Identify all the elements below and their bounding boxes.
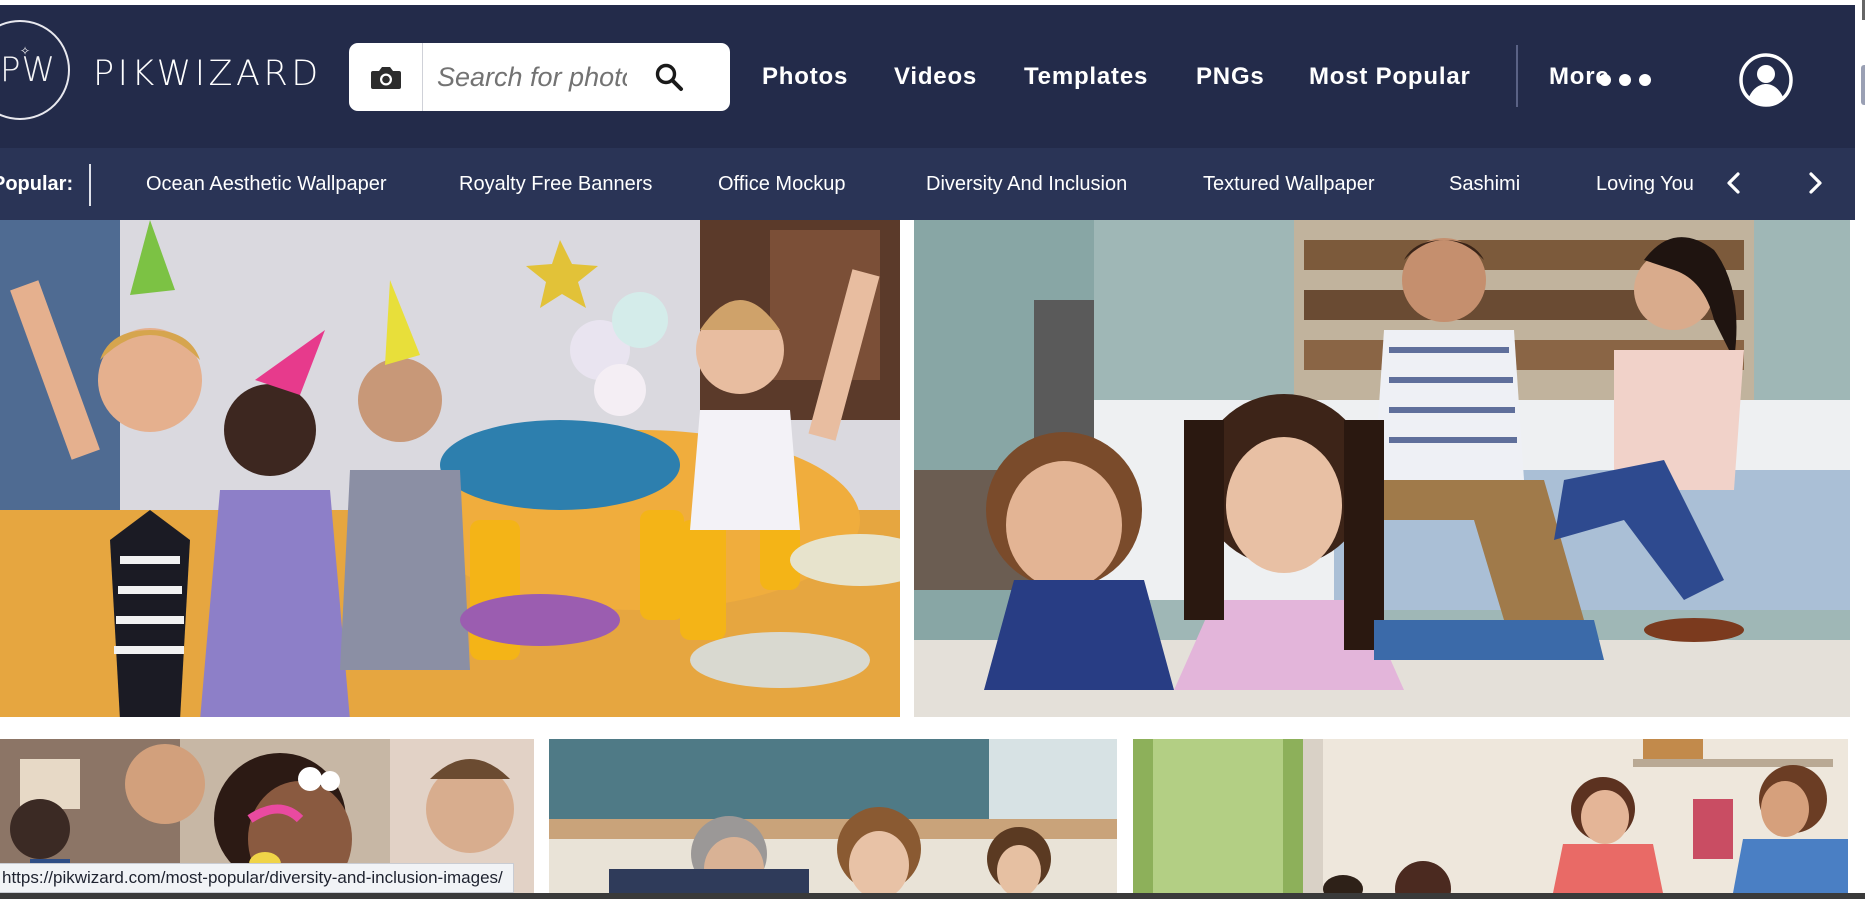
search-icon[interactable] [647, 43, 691, 111]
popular-label: Popular: [0, 173, 74, 195]
popular-item[interactable]: Diversity And Inclusion [926, 174, 1127, 194]
nav-templates[interactable]: Templates [1024, 65, 1148, 89]
nav-pngs[interactable]: PNGs [1196, 65, 1265, 89]
logo-wordmark[interactable]: PIKWIZARD [93, 57, 322, 92]
nav-photos[interactable]: Photos [762, 65, 848, 89]
popular-item[interactable]: Textured Wallpaper [1203, 174, 1375, 194]
popular-bar: Popular: Ocean Aesthetic Wallpaper Royal… [0, 148, 1855, 220]
nav-most-popular[interactable]: Most Popular [1309, 65, 1471, 89]
popular-item[interactable]: Loving Yourself [1596, 174, 1694, 194]
status-bar-url: https://pikwizard.com/most-popular/diver… [0, 863, 514, 893]
search-input[interactable] [437, 55, 627, 99]
user-account-icon[interactable] [1738, 52, 1794, 108]
popular-item[interactable]: Ocean Aesthetic Wallpaper [146, 174, 387, 194]
gallery-image-family-argument[interactable] [914, 220, 1850, 717]
gallery-image-birthday-party[interactable] [0, 220, 900, 717]
gallery-image-kitchen-couple[interactable] [1133, 739, 1848, 893]
scrollbar-handle[interactable] [1861, 65, 1865, 105]
search-bar [349, 43, 730, 111]
chevron-right-icon[interactable] [1800, 168, 1830, 198]
logo-badge[interactable]: PW ✧ [0, 20, 70, 120]
site-header: PW ✧ PIKWIZARD Photos Videos Templates P… [0, 5, 1865, 148]
taskbar-edge [0, 893, 1865, 899]
nav-divider [1516, 45, 1518, 107]
logo-star-icon: ✧ [20, 44, 31, 58]
gallery-image-family-table[interactable] [549, 739, 1117, 893]
nav-videos[interactable]: Videos [894, 65, 977, 89]
popular-item[interactable]: Sashimi [1449, 174, 1520, 194]
popular-item[interactable]: Office Mockup [718, 174, 845, 194]
more-dots-icon[interactable] [1598, 73, 1662, 87]
popular-item[interactable]: Royalty Free Banners [459, 174, 652, 194]
popular-items-track: Ocean Aesthetic Wallpaper Royalty Free B… [91, 148, 1694, 220]
camera-icon[interactable] [349, 43, 423, 111]
chevron-left-icon[interactable] [1719, 168, 1749, 198]
